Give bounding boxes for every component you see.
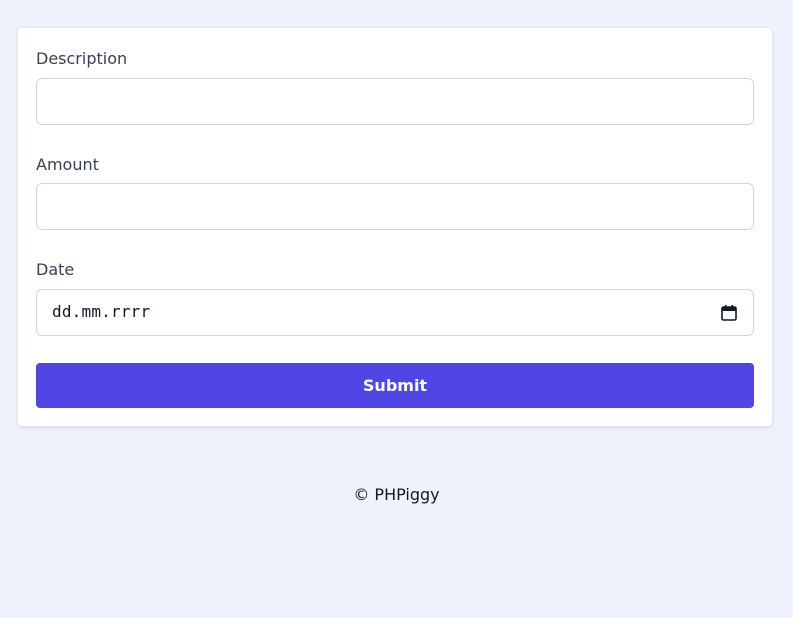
footer-copyright: © PHPiggy (353, 485, 440, 504)
date-input[interactable]: dd.mm.rrrr (36, 289, 754, 336)
date-placeholder: dd.mm.rrrr (52, 302, 151, 321)
amount-label: Amount (36, 155, 99, 174)
description-input[interactable] (36, 78, 754, 125)
description-label: Description (36, 49, 128, 68)
calendar-icon[interactable] (721, 304, 737, 321)
transaction-form-card: Description Amount Date dd.mm.rrrr Submi… (18, 28, 772, 426)
submit-button[interactable]: Submit (36, 363, 754, 408)
date-label: Date (36, 260, 75, 279)
amount-input[interactable] (36, 183, 754, 230)
